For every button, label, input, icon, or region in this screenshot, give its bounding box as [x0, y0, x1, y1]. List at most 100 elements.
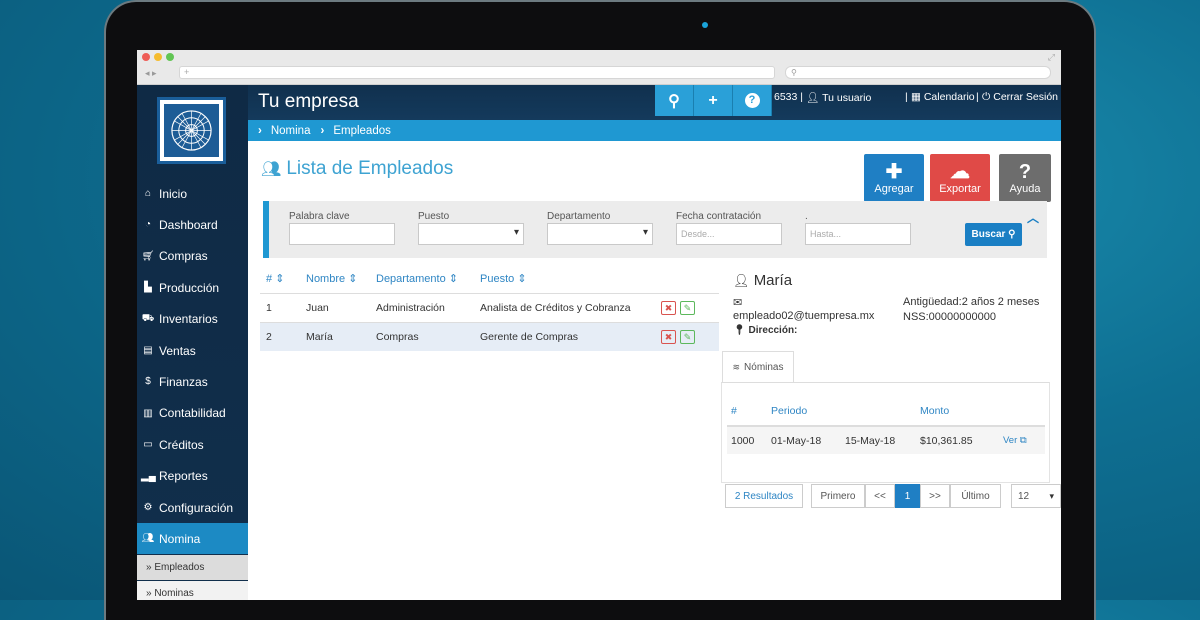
help-action-button[interactable]: ? Ayuda — [999, 154, 1051, 202]
sidebar-item-finanzas[interactable]: $ Finanzas — [137, 366, 248, 397]
sidebar-item-contabilidad[interactable]: ▥ Contabilidad — [137, 398, 248, 429]
collapse-icon[interactable]: ︿ — [1027, 209, 1039, 226]
position-label: Puesto — [418, 211, 450, 222]
sidebar-sub-nominas[interactable]: » Nominas — [137, 581, 248, 600]
separator: | — [905, 91, 908, 103]
map-marker-icon: 📍︎ — [733, 325, 746, 336]
table-row[interactable]: 2 María Compras Gerente de Compras ✖ ✎ — [260, 321, 719, 351]
edit-icon[interactable]: ✎ — [680, 329, 695, 344]
export-label: Exportar — [939, 183, 981, 195]
home-icon: ⌂ — [144, 188, 152, 199]
rss-icon: ≋ — [732, 362, 741, 372]
employee-email: empleado02@tuempresa.mx — [733, 310, 875, 322]
sidebar-item-label: Contabilidad — [159, 406, 226, 421]
maximize-window-icon[interactable] — [166, 53, 174, 61]
date-to-input[interactable]: Hasta... — [805, 223, 911, 245]
department-label: Departamento — [547, 211, 611, 222]
header-label: Puesto — [480, 273, 515, 286]
sort-icon: ⇕ — [517, 273, 527, 286]
logout-link[interactable]: ⏻ Cerrar Sesión — [982, 91, 1058, 104]
browser-search-bar[interactable]: ⚲ — [785, 66, 1051, 79]
sidebar-item-creditos[interactable]: ▭ Créditos — [137, 429, 248, 460]
cell-department: Administración — [376, 292, 480, 322]
search-button[interactable]: ⚲ — [655, 85, 694, 116]
sort-icon: ⇕ — [275, 273, 285, 286]
url-bar[interactable]: + — [179, 66, 775, 79]
sidebar-item-compras[interactable]: 🛒︎ Compras — [137, 241, 248, 272]
truck-icon: ⛟ — [141, 312, 155, 324]
employee-nss: NSS:00000000000 — [903, 311, 996, 323]
help-button[interactable]: ? — [733, 85, 772, 116]
date-from-input[interactable]: Desde... — [676, 223, 782, 245]
page-size-select[interactable]: 12 ▾ — [1011, 484, 1061, 508]
sidebar-item-label: Compras — [159, 249, 208, 264]
question-icon: ? — [1018, 161, 1032, 183]
chevron-down-icon: ▾ — [1049, 490, 1054, 501]
fullscreen-icon[interactable]: ⤢ — [1048, 52, 1055, 63]
back-forward-icon[interactable]: ◂ ▸ — [145, 68, 157, 79]
company-logo[interactable] — [157, 97, 226, 164]
table-row[interactable]: 1 Juan Administración Analista de Crédit… — [260, 292, 719, 322]
employee-detail-name: 👤︎ María — [733, 272, 792, 289]
delete-icon[interactable]: ✖ — [661, 300, 676, 315]
first-page-button[interactable]: Primero — [811, 484, 865, 508]
page-1-button[interactable]: 1 — [895, 484, 920, 508]
search-icon: ⚲ — [1008, 229, 1016, 240]
column-header-name[interactable]: Nombre ⇕ — [306, 265, 376, 293]
logo-emblem-icon — [171, 110, 212, 151]
user-icon: 👤︎ — [806, 92, 820, 104]
sidebar-item-label: Ventas — [159, 343, 196, 358]
position-select[interactable] — [418, 223, 524, 245]
close-window-icon[interactable] — [142, 53, 150, 61]
sidebar-item-ventas[interactable]: ▤ Ventas — [137, 335, 248, 366]
sidebar-item-label: Nomina — [159, 531, 201, 546]
column-header-position[interactable]: Puesto ⇕ — [480, 265, 661, 293]
breadcrumb-empleados[interactable]: Empleados — [333, 125, 391, 137]
sidebar-item-dashboard[interactable]: ◔ Dashboard — [137, 209, 248, 240]
book-icon: ▥ — [143, 407, 153, 419]
tab-nominas[interactable]: ≋ Nóminas — [722, 351, 794, 383]
sidebar-item-nomina[interactable]: 👥︎ Nomina — [137, 523, 248, 555]
address-label: Dirección: — [748, 325, 798, 336]
last-page-button[interactable]: Último — [950, 484, 1001, 508]
minimize-window-icon[interactable] — [154, 53, 162, 61]
column-header-number: # — [727, 397, 771, 427]
sidebar-item-label: Configuración — [159, 500, 234, 515]
sidebar-item-inventarios[interactable]: ⛟ Inventarios — [137, 304, 248, 335]
breadcrumb-nomina[interactable]: Nomina — [271, 125, 311, 137]
export-button[interactable]: ☁ Exportar — [930, 154, 990, 202]
sidebar-item-produccion[interactable]: ▙ Producción — [137, 272, 248, 303]
delete-icon[interactable]: ✖ — [661, 329, 676, 344]
brand-title: Tu empresa — [258, 91, 359, 112]
sidebar-item-inicio[interactable]: ⌂ Inicio — [137, 178, 248, 209]
cloud-download-icon: ☁ — [950, 161, 970, 183]
header-label: Nombre — [306, 273, 346, 286]
prev-page-button[interactable]: << — [865, 484, 895, 508]
quick-add-button[interactable]: + — [694, 85, 733, 116]
sidebar-item-reportes[interactable]: ▂▄ Reportes — [137, 461, 248, 492]
edit-icon[interactable]: ✎ — [680, 300, 695, 315]
next-page-button[interactable]: >> — [920, 484, 950, 508]
column-header-number[interactable]: # ⇕ — [260, 265, 306, 293]
user-menu[interactable]: 👤︎ Tu usuario — [806, 91, 871, 104]
sidebar-item-configuracion[interactable]: ⚙ Configuración — [137, 492, 248, 523]
add-button[interactable]: ✚ Agregar — [864, 154, 924, 202]
keyword-input[interactable] — [289, 223, 395, 245]
view-link[interactable]: Ver ⧉ — [1003, 426, 1045, 454]
sort-icon: ⇕ — [448, 273, 458, 286]
cell-period-end: 15-May-18 — [845, 426, 920, 454]
column-header-department[interactable]: Departamento ⇕ — [376, 265, 480, 293]
sidebar-sub-empleados[interactable]: » Empleados — [137, 555, 248, 580]
table-row: 1000 01-May-18 15-May-18 $10,361.85 Ver … — [727, 426, 1045, 454]
breadcrumb: › Nomina › Empleados — [248, 120, 1061, 141]
calendar-link[interactable]: ▦ Calendario — [911, 91, 975, 103]
page-title-text: Lista de Empleados — [286, 158, 454, 179]
search-submit-label: Buscar — [971, 229, 1006, 240]
search-submit-button[interactable]: Buscar ⚲ — [965, 223, 1022, 246]
department-select[interactable] — [547, 223, 653, 245]
page-title: 👥︎ Lista de Empleados — [261, 158, 453, 180]
plus-icon: + — [708, 91, 718, 109]
cart-icon: 🛒︎ — [141, 250, 155, 262]
column-header-period-end — [845, 397, 920, 427]
employee-seniority: Antigüedad:2 años 2 meses — [903, 296, 1040, 308]
